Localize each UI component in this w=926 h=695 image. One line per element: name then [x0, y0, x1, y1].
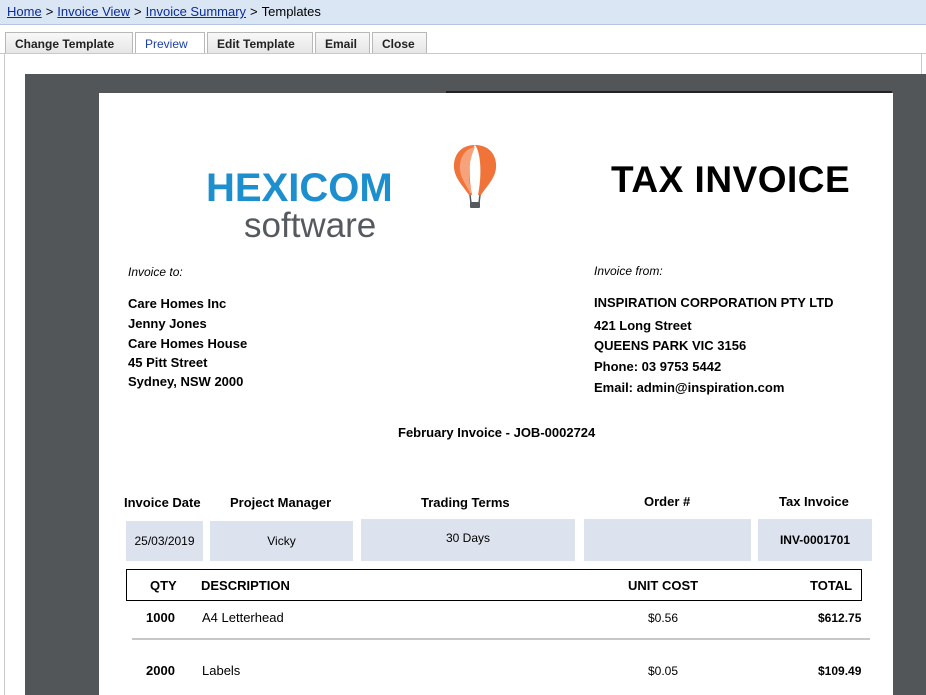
- items-table-header: QTY DESCRIPTION UNIT COST TOTAL: [126, 569, 862, 601]
- document-title: TAX INVOICE: [611, 159, 851, 200]
- item-qty: 1000: [146, 610, 175, 625]
- item-total: $109.49: [818, 664, 862, 678]
- address-line: Jenny Jones: [128, 316, 207, 331]
- column-header-total: TOTAL: [810, 578, 853, 593]
- breadcrumb-invoice-summary-link[interactable]: Invoice Summary: [146, 4, 246, 19]
- info-header-trading-terms: Trading Terms: [421, 495, 510, 510]
- toolbar: Change Template Preview Edit Template Em…: [0, 25, 926, 54]
- preview-tab[interactable]: Preview: [135, 32, 205, 53]
- column-header-description: DESCRIPTION: [201, 578, 290, 593]
- item-unit-cost: $0.56: [648, 611, 679, 625]
- breadcrumb-current: Templates: [261, 4, 321, 19]
- close-button[interactable]: Close: [372, 32, 427, 53]
- edit-template-button[interactable]: Edit Template: [207, 32, 313, 53]
- invoice-from-address: INSPIRATION CORPORATION PTY LTD 421 Long…: [594, 293, 834, 398]
- address-line: Care Homes Inc: [128, 296, 227, 311]
- breadcrumb: Home > Invoice View > Invoice Summary > Templa…: [7, 4, 321, 19]
- item-description: A4 Letterhead: [202, 610, 284, 625]
- address-line: Email: admin@inspiration.com: [594, 380, 785, 395]
- breadcrumb-separator: >: [45, 4, 54, 19]
- address-line: 45 Pitt Street: [128, 355, 208, 370]
- column-header-qty: QTY: [150, 578, 177, 593]
- breadcrumb-home-link[interactable]: Home: [7, 4, 42, 19]
- item-qty: 2000: [146, 663, 175, 678]
- project-manager-value: Vicky: [210, 521, 353, 561]
- info-header-invoice-date: Invoice Date: [124, 495, 201, 510]
- invoice-from-label: Invoice from:: [594, 264, 663, 278]
- email-button[interactable]: Email: [315, 32, 370, 53]
- logo-word-software: software: [244, 206, 376, 245]
- address-line: 421 Long Street: [594, 318, 692, 333]
- item-unit-cost: $0.05: [648, 664, 679, 678]
- invoice-to-label: Invoice to:: [128, 265, 183, 279]
- breadcrumb-invoice-view-link[interactable]: Invoice View: [57, 4, 130, 19]
- invoice-heading: February Invoice - JOB-0002724: [398, 425, 596, 440]
- info-header-order-number: Order #: [644, 494, 691, 509]
- invoice-page: HEXICOM software TAX INVOICE Invoice to:…: [99, 93, 893, 695]
- column-header-unit-cost: UNIT COST: [628, 578, 699, 593]
- company-logo: HEXICOM software: [206, 145, 497, 245]
- logo-word-hexicom: HEXICOM: [206, 166, 393, 210]
- breadcrumb-separator: >: [250, 4, 258, 19]
- info-header-project-manager: Project Manager: [230, 495, 332, 510]
- invoice-date-value: 25/03/2019: [126, 521, 203, 561]
- tax-invoice-value: INV-0001701: [758, 519, 872, 561]
- order-number-value: [584, 519, 751, 561]
- address-line: Care Homes House: [128, 336, 248, 351]
- breadcrumb-separator: >: [134, 4, 142, 19]
- address-line: QUEENS PARK VIC 3156: [594, 338, 747, 353]
- address-line: INSPIRATION CORPORATION PTY LTD: [594, 295, 834, 310]
- address-line: Phone: 03 9753 5442: [594, 359, 722, 374]
- trading-terms-value: 30 Days: [361, 519, 575, 561]
- item-total: $612.75: [818, 611, 862, 625]
- item-description: Labels: [202, 663, 241, 678]
- address-line: Sydney, NSW 2000: [128, 374, 244, 389]
- row-divider: [132, 638, 870, 640]
- breadcrumb-bar: Home > Invoice View > Invoice Summary > Templa…: [0, 0, 926, 25]
- invoice-to-address: Care Homes Inc Jenny Jones Care Homes Ho…: [128, 294, 247, 392]
- info-header-tax-invoice: Tax Invoice: [779, 494, 849, 509]
- change-template-button[interactable]: Change Template: [5, 32, 133, 53]
- hot-air-balloon-icon: [453, 145, 497, 208]
